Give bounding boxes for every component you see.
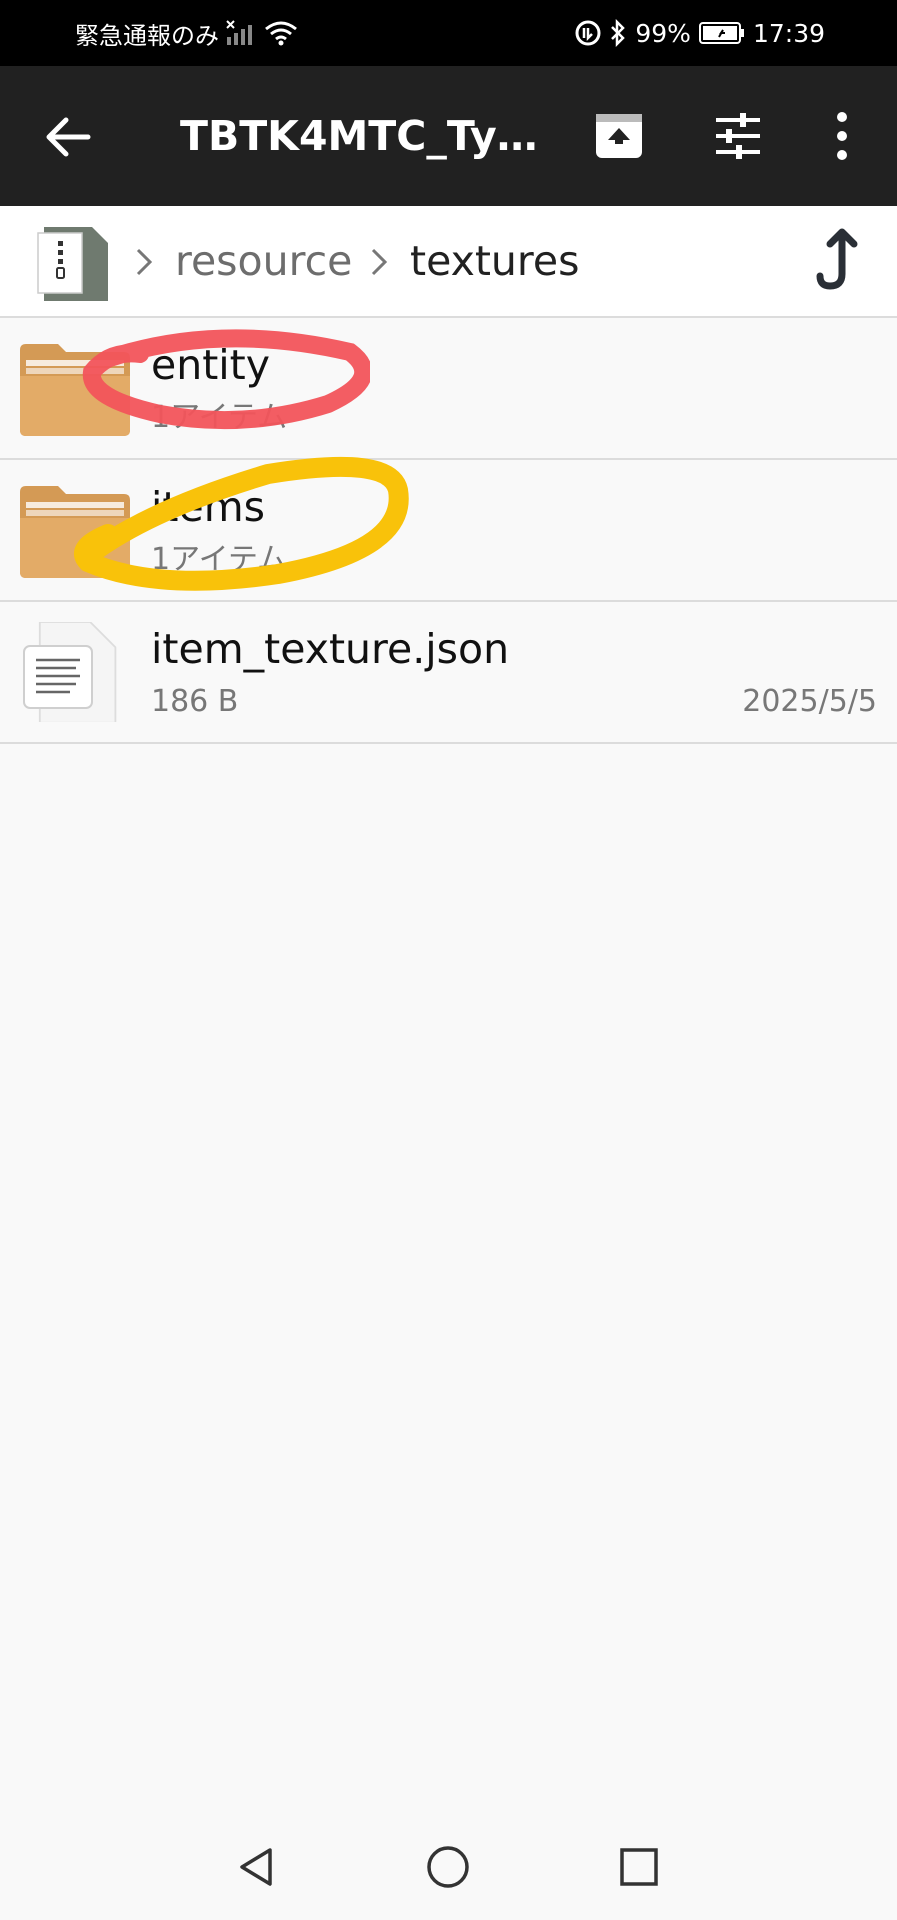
chevron-right-icon bbox=[136, 248, 153, 276]
chevron-right-icon bbox=[371, 248, 388, 276]
signal-icon bbox=[226, 20, 252, 45]
battery-icon bbox=[698, 22, 744, 44]
text-file-icon bbox=[23, 622, 117, 722]
wifi-icon bbox=[265, 21, 297, 46]
status-bar: 緊急通報のみ 99% 17:39 bbox=[0, 0, 897, 66]
file-name: item_texture.json bbox=[151, 625, 510, 673]
red-circle-annotation bbox=[82, 329, 370, 430]
filter-sliders-icon[interactable] bbox=[708, 106, 768, 166]
list-item-item-texture-json[interactable]: item_texture.json 186 B 2025/5/5 bbox=[0, 602, 897, 744]
page-title: TBTK4MTC_Typ... bbox=[180, 112, 540, 160]
back-arrow-icon[interactable] bbox=[42, 110, 96, 164]
breadcrumb-item-resource[interactable]: resource bbox=[175, 234, 352, 288]
go-up-icon[interactable] bbox=[812, 228, 860, 292]
bluetooth-icon bbox=[611, 19, 626, 47]
yellow-circle-annotation bbox=[74, 456, 409, 591]
clock: 17:39 bbox=[752, 18, 825, 48]
status-left: 緊急通報のみ bbox=[75, 0, 299, 66]
carrier-text: 緊急通報のみ bbox=[75, 21, 219, 50]
breadcrumb: resource textures bbox=[0, 206, 897, 318]
app-bar: TBTK4MTC_Typ... bbox=[0, 66, 897, 206]
home-circle-icon[interactable] bbox=[423, 1842, 473, 1892]
zip-archive-icon[interactable] bbox=[34, 221, 114, 307]
list-item-entity[interactable]: entity 1アイテム bbox=[0, 318, 897, 460]
file-date: 2025/5/5 bbox=[742, 684, 877, 719]
nfc-icon bbox=[575, 20, 601, 46]
status-right: 99% 17:39 bbox=[575, 0, 825, 66]
more-vert-icon[interactable] bbox=[812, 106, 872, 166]
breadcrumb-item-textures[interactable]: textures bbox=[410, 234, 579, 288]
recents-square-icon[interactable] bbox=[614, 1842, 664, 1892]
file-list: entity 1アイテム items 1アイテム item_texture.js… bbox=[0, 318, 897, 744]
system-nav-bar bbox=[0, 1812, 897, 1920]
upload-icon[interactable] bbox=[590, 106, 650, 166]
list-item-items[interactable]: items 1アイテム bbox=[0, 456, 897, 602]
back-triangle-icon[interactable] bbox=[232, 1842, 282, 1892]
battery-percent: 99% bbox=[635, 18, 691, 48]
file-size: 186 B bbox=[151, 684, 239, 719]
